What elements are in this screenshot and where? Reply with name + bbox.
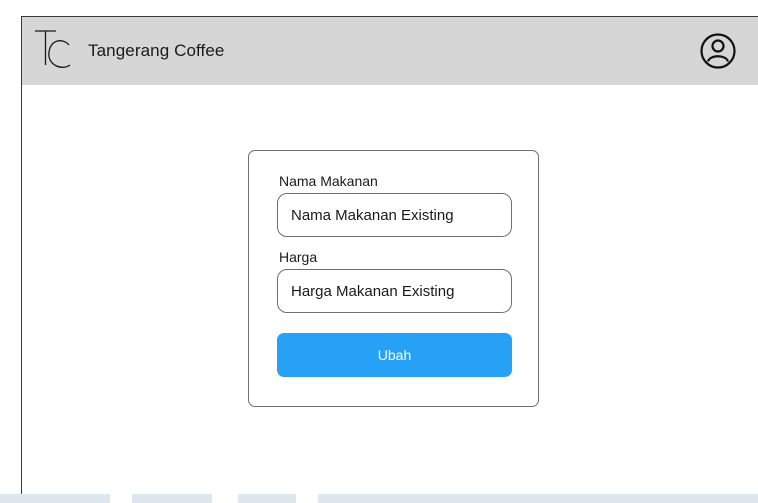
price-label: Harga xyxy=(279,249,318,265)
tc-logo-icon xyxy=(32,25,76,77)
user-profile-icon[interactable] xyxy=(699,32,737,70)
bottom-decoration xyxy=(0,494,758,503)
brand-name: Tangerang Coffee xyxy=(88,41,225,60)
top-navbar: Tangerang Coffee xyxy=(22,17,758,85)
food-name-input[interactable] xyxy=(277,193,512,237)
app-window: Tangerang Coffee Nama Makanan Harga Ubah xyxy=(21,16,758,494)
price-input[interactable] xyxy=(277,269,512,313)
edit-food-form-card: Nama Makanan Harga Ubah xyxy=(248,150,539,407)
ubah-submit-button[interactable]: Ubah xyxy=(277,333,512,377)
food-name-label: Nama Makanan xyxy=(279,173,378,189)
